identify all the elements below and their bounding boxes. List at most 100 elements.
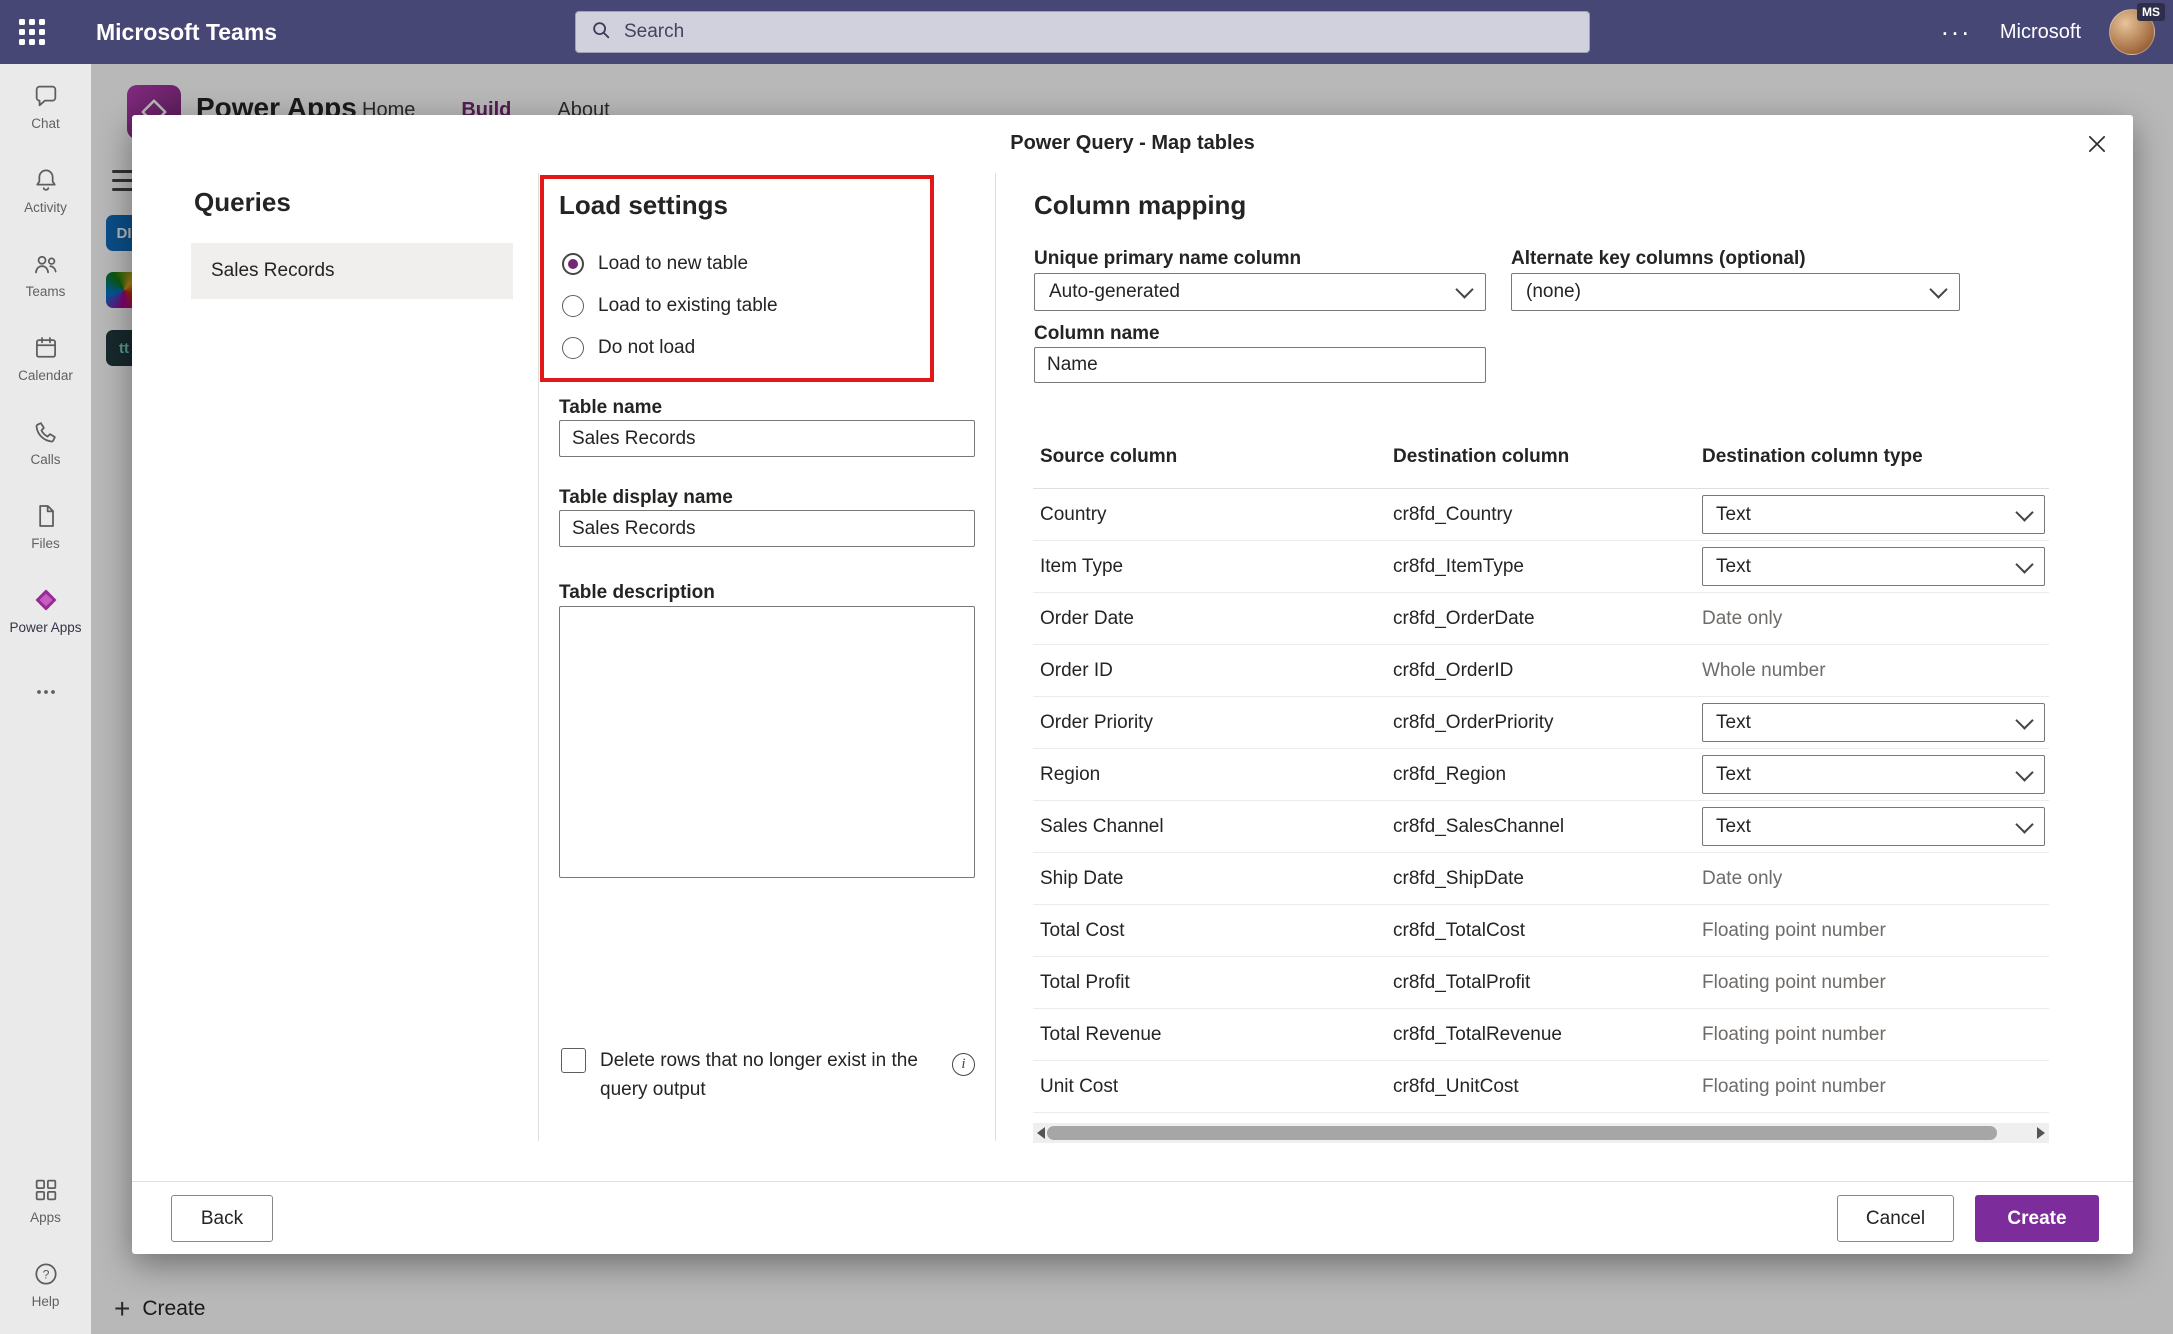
table-name-input[interactable] — [559, 420, 975, 457]
destination-column-cell: cr8fd_OrderDate — [1393, 607, 1535, 629]
type-value: Date only — [1702, 607, 1783, 629]
chevron-down-icon — [2015, 762, 2034, 782]
divider — [538, 173, 539, 1141]
destination-type-cell: Floating point number — [1695, 1024, 2049, 1046]
rail-item-label: Chat — [31, 116, 60, 131]
destination-type-dropdown[interactable]: Text — [1702, 703, 2045, 742]
apps-icon — [32, 1175, 60, 1205]
power-query-dialog: Power Query - Map tables Queries Sales R… — [132, 115, 2133, 1254]
rail-item-help[interactable]: ? Help — [0, 1242, 91, 1326]
rail-item-activity[interactable]: Activity — [0, 148, 91, 232]
destination-column-cell: cr8fd_Region — [1393, 763, 1507, 785]
delete-rows-option: Delete rows that no longer exist in the … — [561, 1046, 923, 1104]
scroll-left-icon[interactable] — [1037, 1127, 1045, 1139]
files-icon — [32, 501, 60, 531]
rail-item-power-apps[interactable]: Power Apps — [0, 568, 91, 652]
destination-type-cell: Floating point number — [1695, 972, 2049, 994]
radio-icon[interactable] — [562, 295, 584, 317]
column-mapping-heading: Column mapping — [1034, 190, 1247, 220]
table-name-label: Table name — [559, 397, 663, 418]
mapping-row: Sales Channel cr8fd_SalesChannel Text — [1033, 801, 2049, 853]
destination-type-cell: Date only — [1695, 608, 2049, 630]
search-box[interactable] — [575, 11, 1590, 53]
destination-type-cell: Text — [1695, 547, 2049, 586]
table-display-name-input[interactable] — [559, 510, 975, 547]
chevron-down-icon — [2015, 710, 2034, 730]
search-input[interactable] — [622, 20, 1575, 44]
chevron-down-icon — [1455, 280, 1474, 299]
scrollbar-thumb[interactable] — [1047, 1126, 1997, 1140]
rail-item-more[interactable] — [0, 652, 91, 736]
destination-column-cell: cr8fd_TotalCost — [1393, 919, 1526, 941]
radio-icon[interactable] — [562, 337, 584, 359]
radio-option[interactable]: Load to new table — [562, 250, 778, 278]
type-value: Floating point number — [1702, 971, 1886, 993]
more-options-icon[interactable]: ... — [1941, 13, 1972, 43]
radio-selected-icon[interactable] — [562, 253, 584, 275]
unique-primary-name-label: Unique primary name column — [1034, 248, 1302, 269]
mapping-row: Item Type cr8fd_ItemType Text — [1033, 541, 2049, 593]
rail-item-files[interactable]: Files — [0, 484, 91, 568]
teams-app-rail: Chat Activity Teams Calendar Calls Files Power… — [0, 64, 91, 1334]
destination-type-dropdown[interactable]: Text — [1702, 755, 2045, 794]
destination-type-cell: Text — [1695, 755, 2049, 794]
destination-column-cell: cr8fd_ShipDate — [1393, 867, 1524, 889]
delete-rows-checkbox[interactable] — [561, 1048, 586, 1073]
alternate-key-dropdown[interactable]: (none) — [1511, 273, 1960, 311]
type-value: Text — [1716, 555, 1751, 577]
info-icon[interactable] — [952, 1053, 975, 1076]
mapping-row: Order Date cr8fd_OrderDate Date only — [1033, 593, 2049, 645]
calls-icon — [32, 417, 60, 447]
horizontal-scrollbar[interactable] — [1033, 1123, 2049, 1143]
destination-column-cell: cr8fd_OrderPriority — [1393, 711, 1554, 733]
destination-type-dropdown[interactable]: Text — [1702, 547, 2045, 586]
dropdown-value: Auto-generated — [1049, 281, 1180, 302]
radio-option[interactable]: Load to existing table — [562, 292, 778, 320]
radio-option[interactable]: Do not load — [562, 334, 778, 362]
search-icon — [590, 19, 612, 46]
rail-item-teams[interactable]: Teams — [0, 232, 91, 316]
activity-icon — [32, 165, 60, 195]
destination-type-dropdown[interactable]: Text — [1702, 807, 2045, 846]
column-name-input[interactable] — [1034, 347, 1486, 383]
account-label: Microsoft — [1999, 20, 2081, 43]
app-launcher-icon[interactable] — [0, 0, 64, 64]
rail-item-label: Power Apps — [9, 620, 82, 635]
type-value: Floating point number — [1702, 1023, 1886, 1045]
table-description-textarea[interactable] — [559, 606, 975, 878]
chevron-down-icon — [2015, 554, 2034, 574]
load-settings-heading: Load settings — [559, 190, 729, 220]
type-value: Text — [1716, 711, 1751, 733]
source-column-cell: Total Cost — [1040, 919, 1125, 941]
scroll-right-icon[interactable] — [2037, 1127, 2045, 1139]
teams-icon — [32, 249, 60, 279]
type-value: Whole number — [1702, 659, 1826, 681]
cancel-button[interactable]: Cancel — [1837, 1195, 1954, 1242]
query-list-item-sales-records[interactable]: Sales Records — [191, 243, 513, 299]
rail-item-label: Calendar — [18, 368, 73, 383]
rail-item-calendar[interactable]: Calendar — [0, 316, 91, 400]
rail-item-calls[interactable]: Calls — [0, 400, 91, 484]
teams-title-bar: Microsoft Teams ... Microsoft MS — [0, 0, 2173, 64]
rail-item-label: Teams — [25, 284, 66, 299]
chevron-down-icon — [2015, 502, 2034, 522]
destination-type-dropdown[interactable]: Text — [1702, 495, 2045, 534]
close-icon[interactable] — [2079, 126, 2115, 162]
unique-primary-name-dropdown[interactable]: Auto-generated — [1034, 273, 1486, 311]
rail-item-label: Help — [31, 1294, 60, 1309]
source-column-cell: Order ID — [1040, 659, 1113, 681]
create-button[interactable]: Create — [1975, 1195, 2099, 1242]
rail-item-apps[interactable]: Apps — [0, 1158, 91, 1242]
rail-item-label: Files — [31, 536, 60, 551]
user-initials-badge: MS — [2137, 3, 2165, 21]
destination-column-cell: cr8fd_UnitCost — [1393, 1075, 1519, 1097]
destination-column-cell: cr8fd_Country — [1393, 503, 1513, 525]
mapping-row: Unit Cost cr8fd_UnitCost Floating point nu… — [1033, 1061, 2049, 1113]
source-column-cell: Total Revenue — [1040, 1023, 1162, 1045]
table-description-label: Table description — [559, 582, 715, 603]
back-button[interactable]: Back — [171, 1195, 273, 1242]
rail-item-chat[interactable]: Chat — [0, 64, 91, 148]
chevron-down-icon — [1929, 280, 1948, 299]
table-display-name-label: Table display name — [559, 487, 733, 508]
mapping-row: Total Revenue cr8fd_TotalRevenue Floating … — [1033, 1009, 2049, 1061]
